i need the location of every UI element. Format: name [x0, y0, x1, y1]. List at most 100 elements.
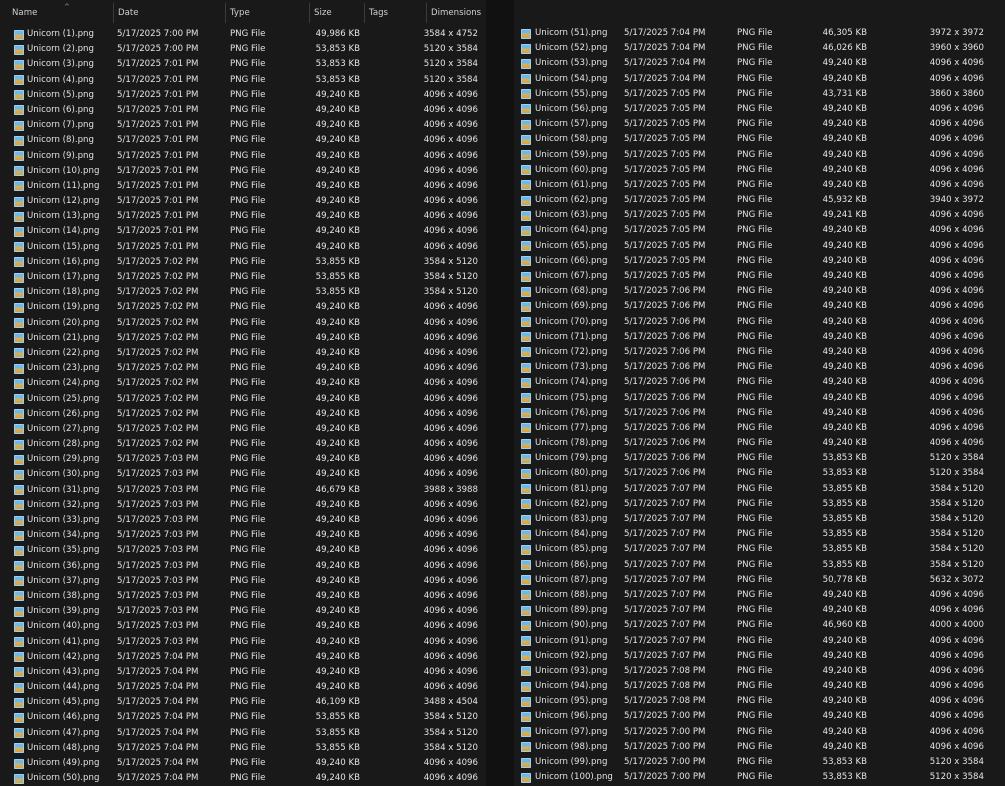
file-row[interactable]: Unicorn (98).png 5/17/2025 7:00 PM PNG Fil… [514, 740, 1005, 755]
file-row[interactable]: Unicorn (87).png 5/17/2025 7:07 PM PNG Fil… [514, 573, 1005, 588]
file-row[interactable]: Unicorn (13).png 5/17/2025 7:01 PM PNG Fil… [0, 209, 486, 224]
file-row[interactable]: Unicorn (49).png 5/17/2025 7:04 PM PNG Fil… [0, 756, 486, 771]
file-row[interactable]: Unicorn (76).png 5/17/2025 7:06 PM PNG Fil… [514, 406, 1005, 421]
file-row[interactable]: Unicorn (67).png 5/17/2025 7:05 PM PNG Fil… [514, 269, 1005, 284]
file-row[interactable]: Unicorn (33).png 5/17/2025 7:03 PM PNG Fil… [0, 513, 486, 528]
file-row[interactable]: Unicorn (82).png 5/17/2025 7:07 PM PNG Fil… [514, 497, 1005, 512]
file-row[interactable]: Unicorn (73).png 5/17/2025 7:06 PM PNG Fil… [514, 360, 1005, 375]
file-row[interactable]: Unicorn (71).png 5/17/2025 7:06 PM PNG Fil… [514, 330, 1005, 345]
file-row[interactable]: Unicorn (64).png 5/17/2025 7:05 PM PNG Fil… [514, 223, 1005, 238]
column-header-type[interactable]: Type [226, 3, 310, 23]
file-row[interactable]: Unicorn (55).png 5/17/2025 7:05 PM PNG Fil… [514, 87, 1005, 102]
file-row[interactable]: Unicorn (1).png 5/17/2025 7:00 PM PNG File… [0, 27, 486, 42]
file-row[interactable]: Unicorn (99).png 5/17/2025 7:00 PM PNG Fil… [514, 755, 1005, 770]
file-row[interactable]: Unicorn (72).png 5/17/2025 7:06 PM PNG Fil… [514, 345, 1005, 360]
file-row[interactable]: Unicorn (75).png 5/17/2025 7:06 PM PNG Fil… [514, 391, 1005, 406]
file-row[interactable]: Unicorn (97).png 5/17/2025 7:00 PM PNG Fil… [514, 725, 1005, 740]
file-row[interactable]: Unicorn (10).png 5/17/2025 7:01 PM PNG Fil… [0, 164, 486, 179]
file-row[interactable]: Unicorn (20).png 5/17/2025 7:02 PM PNG Fil… [0, 316, 486, 331]
file-row[interactable]: Unicorn (29).png 5/17/2025 7:03 PM PNG Fil… [0, 452, 486, 467]
file-row[interactable]: Unicorn (81).png 5/17/2025 7:07 PM PNG Fil… [514, 482, 1005, 497]
file-row[interactable]: Unicorn (56).png 5/17/2025 7:05 PM PNG Fil… [514, 102, 1005, 117]
file-row[interactable]: Unicorn (78).png 5/17/2025 7:06 PM PNG Fil… [514, 436, 1005, 451]
file-row[interactable]: Unicorn (92).png 5/17/2025 7:07 PM PNG Fil… [514, 649, 1005, 664]
file-row[interactable]: Unicorn (46).png 5/17/2025 7:04 PM PNG Fil… [0, 710, 486, 725]
file-row[interactable]: Unicorn (27).png 5/17/2025 7:02 PM PNG Fil… [0, 422, 486, 437]
file-row[interactable]: Unicorn (79).png 5/17/2025 7:06 PM PNG Fil… [514, 451, 1005, 466]
file-row[interactable]: Unicorn (25).png 5/17/2025 7:02 PM PNG Fil… [0, 392, 486, 407]
file-row[interactable]: Unicorn (42).png 5/17/2025 7:04 PM PNG Fil… [0, 650, 486, 665]
file-row[interactable]: Unicorn (83).png 5/17/2025 7:07 PM PNG Fil… [514, 512, 1005, 527]
file-row[interactable]: Unicorn (9).png 5/17/2025 7:01 PM PNG File… [0, 149, 486, 164]
file-row[interactable]: Unicorn (19).png 5/17/2025 7:02 PM PNG Fil… [0, 300, 486, 315]
file-row[interactable]: Unicorn (31).png 5/17/2025 7:03 PM PNG Fil… [0, 483, 486, 498]
file-row[interactable]: Unicorn (93).png 5/17/2025 7:08 PM PNG Fil… [514, 664, 1005, 679]
file-row[interactable]: Unicorn (45).png 5/17/2025 7:04 PM PNG Fil… [0, 695, 486, 710]
file-row[interactable]: Unicorn (15).png 5/17/2025 7:01 PM PNG Fil… [0, 240, 486, 255]
file-row[interactable]: Unicorn (24).png 5/17/2025 7:02 PM PNG Fil… [0, 376, 486, 391]
file-row[interactable]: Unicorn (84).png 5/17/2025 7:07 PM PNG Fil… [514, 527, 1005, 542]
file-row[interactable]: Unicorn (22).png 5/17/2025 7:02 PM PNG Fil… [0, 346, 486, 361]
file-row[interactable]: Unicorn (8).png 5/17/2025 7:01 PM PNG File… [0, 133, 486, 148]
file-row[interactable]: Unicorn (18).png 5/17/2025 7:02 PM PNG Fil… [0, 285, 486, 300]
file-row[interactable]: Unicorn (80).png 5/17/2025 7:06 PM PNG Fil… [514, 466, 1005, 481]
file-row[interactable]: Unicorn (66).png 5/17/2025 7:05 PM PNG Fil… [514, 254, 1005, 269]
file-row[interactable]: Unicorn (12).png 5/17/2025 7:01 PM PNG Fil… [0, 194, 486, 209]
file-row[interactable]: Unicorn (96).png 5/17/2025 7:00 PM PNG Fil… [514, 709, 1005, 724]
column-header-dimensions[interactable]: Dimensions [427, 3, 486, 23]
file-row[interactable]: Unicorn (89).png 5/17/2025 7:07 PM PNG Fil… [514, 603, 1005, 618]
file-row[interactable]: Unicorn (14).png 5/17/2025 7:01 PM PNG Fil… [0, 224, 486, 239]
file-row[interactable]: Unicorn (60).png 5/17/2025 7:05 PM PNG Fil… [514, 163, 1005, 178]
file-row[interactable]: Unicorn (6).png 5/17/2025 7:01 PM PNG File… [0, 103, 486, 118]
file-row[interactable]: Unicorn (74).png 5/17/2025 7:06 PM PNG Fil… [514, 375, 1005, 390]
file-row[interactable]: Unicorn (28).png 5/17/2025 7:02 PM PNG Fil… [0, 437, 486, 452]
file-row[interactable]: Unicorn (36).png 5/17/2025 7:03 PM PNG Fil… [0, 559, 486, 574]
file-row[interactable]: Unicorn (32).png 5/17/2025 7:03 PM PNG Fil… [0, 498, 486, 513]
file-row[interactable]: Unicorn (30).png 5/17/2025 7:03 PM PNG Fil… [0, 467, 486, 482]
file-row[interactable]: Unicorn (63).png 5/17/2025 7:05 PM PNG Fil… [514, 208, 1005, 223]
file-row[interactable]: Unicorn (11).png 5/17/2025 7:01 PM PNG Fil… [0, 179, 486, 194]
file-row[interactable]: Unicorn (51).png 5/17/2025 7:04 PM PNG Fil… [514, 26, 1005, 41]
file-row[interactable]: Unicorn (39).png 5/17/2025 7:03 PM PNG Fil… [0, 604, 486, 619]
file-row[interactable]: Unicorn (69).png 5/17/2025 7:06 PM PNG Fil… [514, 299, 1005, 314]
file-row[interactable]: Unicorn (41).png 5/17/2025 7:03 PM PNG Fil… [0, 635, 486, 650]
file-row[interactable]: Unicorn (70).png 5/17/2025 7:06 PM PNG Fil… [514, 315, 1005, 330]
file-row[interactable]: Unicorn (100).png 5/17/2025 7:00 PM PNG Fi… [514, 770, 1005, 785]
file-row[interactable]: Unicorn (50).png 5/17/2025 7:04 PM PNG Fil… [0, 771, 486, 786]
file-row[interactable]: Unicorn (26).png 5/17/2025 7:02 PM PNG Fil… [0, 407, 486, 422]
column-header-name[interactable]: ^ Name [8, 3, 114, 23]
file-row[interactable]: Unicorn (59).png 5/17/2025 7:05 PM PNG Fil… [514, 148, 1005, 163]
column-header-size[interactable]: Size [310, 3, 365, 23]
file-row[interactable]: Unicorn (62).png 5/17/2025 7:05 PM PNG Fil… [514, 193, 1005, 208]
file-row[interactable]: Unicorn (95).png 5/17/2025 7:08 PM PNG Fil… [514, 694, 1005, 709]
file-row[interactable]: Unicorn (58).png 5/17/2025 7:05 PM PNG Fil… [514, 132, 1005, 147]
file-row[interactable]: Unicorn (86).png 5/17/2025 7:07 PM PNG Fil… [514, 558, 1005, 573]
file-row[interactable]: Unicorn (5).png 5/17/2025 7:01 PM PNG File… [0, 88, 486, 103]
file-row[interactable]: Unicorn (65).png 5/17/2025 7:05 PM PNG Fil… [514, 239, 1005, 254]
file-row[interactable]: Unicorn (44).png 5/17/2025 7:04 PM PNG Fil… [0, 680, 486, 695]
file-row[interactable]: Unicorn (54).png 5/17/2025 7:04 PM PNG Fil… [514, 72, 1005, 87]
file-row[interactable]: Unicorn (91).png 5/17/2025 7:07 PM PNG Fil… [514, 634, 1005, 649]
file-row[interactable]: Unicorn (35).png 5/17/2025 7:03 PM PNG Fil… [0, 543, 486, 558]
file-row[interactable]: Unicorn (48).png 5/17/2025 7:04 PM PNG Fil… [0, 741, 486, 756]
file-row[interactable]: Unicorn (94).png 5/17/2025 7:08 PM PNG Fil… [514, 679, 1005, 694]
file-row[interactable]: Unicorn (17).png 5/17/2025 7:02 PM PNG Fil… [0, 270, 486, 285]
file-row[interactable]: Unicorn (2).png 5/17/2025 7:00 PM PNG File… [0, 42, 486, 57]
column-header-tags[interactable]: Tags [365, 3, 427, 23]
file-row[interactable]: Unicorn (57).png 5/17/2025 7:05 PM PNG Fil… [514, 117, 1005, 132]
file-row[interactable]: Unicorn (77).png 5/17/2025 7:06 PM PNG Fil… [514, 421, 1005, 436]
file-row[interactable]: Unicorn (52).png 5/17/2025 7:04 PM PNG Fil… [514, 41, 1005, 56]
file-row[interactable]: Unicorn (47).png 5/17/2025 7:04 PM PNG Fil… [0, 726, 486, 741]
file-row[interactable]: Unicorn (38).png 5/17/2025 7:03 PM PNG Fil… [0, 589, 486, 604]
file-row[interactable]: Unicorn (85).png 5/17/2025 7:07 PM PNG Fil… [514, 542, 1005, 557]
file-row[interactable]: Unicorn (53).png 5/17/2025 7:04 PM PNG Fil… [514, 56, 1005, 71]
file-row[interactable]: Unicorn (61).png 5/17/2025 7:05 PM PNG Fil… [514, 178, 1005, 193]
file-row[interactable]: Unicorn (34).png 5/17/2025 7:03 PM PNG Fil… [0, 528, 486, 543]
file-row[interactable]: Unicorn (21).png 5/17/2025 7:02 PM PNG Fil… [0, 331, 486, 346]
file-row[interactable]: Unicorn (4).png 5/17/2025 7:01 PM PNG File… [0, 73, 486, 88]
file-row[interactable]: Unicorn (40).png 5/17/2025 7:03 PM PNG Fil… [0, 619, 486, 634]
file-row[interactable]: Unicorn (16).png 5/17/2025 7:02 PM PNG Fil… [0, 255, 486, 270]
file-row[interactable]: Unicorn (37).png 5/17/2025 7:03 PM PNG Fil… [0, 574, 486, 589]
file-row[interactable]: Unicorn (23).png 5/17/2025 7:02 PM PNG Fil… [0, 361, 486, 376]
file-row[interactable]: Unicorn (88).png 5/17/2025 7:07 PM PNG Fil… [514, 588, 1005, 603]
